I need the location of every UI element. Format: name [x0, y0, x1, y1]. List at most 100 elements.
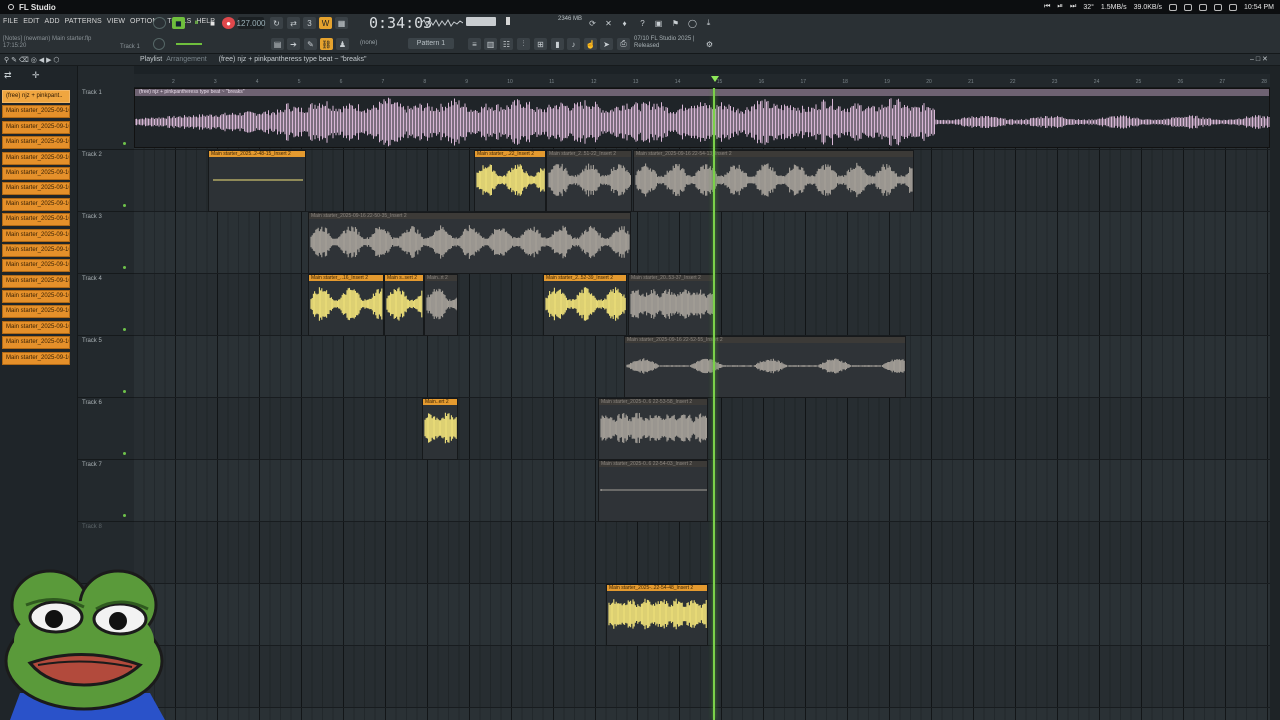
main-volume-bar[interactable] — [176, 43, 202, 45]
monitor-icon[interactable] — [1169, 3, 1178, 11]
track-header[interactable]: Track 6 — [78, 398, 134, 460]
pencil-icon[interactable]: ✎ — [304, 38, 317, 50]
arrangement-name[interactable]: (free) njz + pinkpantheress type beat ~ … — [219, 56, 367, 63]
audio-clip[interactable]: Main starter_2025-09-16 22-54-13_Insert … — [633, 150, 914, 212]
audio-clip[interactable]: Main..rt 2 — [424, 274, 458, 336]
link-icon[interactable]: ⛓ — [320, 38, 333, 50]
audio-clip[interactable]: Main starter_2025-0..6 22-54-03_Insert 2 — [598, 460, 708, 522]
track-header[interactable]: Track 1 — [78, 88, 134, 150]
track-led-icon[interactable] — [123, 452, 126, 455]
menu-edit[interactable]: EDIT — [23, 18, 39, 25]
media-play-icon[interactable]: ⏯ — [1057, 3, 1063, 11]
track-header[interactable]: Track 2 — [78, 150, 134, 212]
pitch-knob-icon[interactable] — [153, 38, 165, 50]
help-icon[interactable]: ? — [636, 17, 649, 29]
list-item[interactable]: Main starter_2025-09-16 — [2, 228, 70, 242]
track-header[interactable]: Track 4 — [78, 274, 134, 336]
browser-icon[interactable]: ⊞ — [534, 38, 547, 50]
eq-icon[interactable]: ⫶ — [517, 38, 530, 50]
list-item[interactable]: Main starter_2025-09-16 — [2, 120, 70, 134]
render-icon[interactable]: ⎙ — [617, 38, 630, 50]
plugin-icon[interactable]: ⚑ — [669, 17, 682, 29]
list-item[interactable]: Main starter_2025-09-16 — [2, 290, 70, 304]
list-item[interactable]: Main starter_2025-09-16 — [2, 213, 70, 227]
track-lane[interactable] — [134, 522, 1270, 584]
channel-rack-icon[interactable]: ▥ — [484, 38, 497, 50]
browser-tools-icon[interactable]: ⚲ ✎ ⌫ ◎ ◀ ▶ ⬡ — [4, 56, 60, 64]
master-pitch-slider[interactable] — [506, 17, 510, 25]
mic-icon[interactable]: ♦ — [618, 17, 631, 29]
record-button[interactable]: ● — [222, 17, 235, 29]
picker-move-icon[interactable]: ✛ — [32, 70, 40, 81]
audio-clip[interactable]: Main starter_..16_Insert 2 — [308, 274, 384, 336]
track-led-icon[interactable] — [123, 142, 126, 145]
track-header[interactable]: Track 7 — [78, 460, 134, 522]
playhead-marker-icon[interactable] — [711, 76, 719, 82]
list-item[interactable]: Main starter_2025-09-16 — [2, 320, 70, 334]
audio-clip[interactable]: Main..ert 2 — [422, 398, 458, 460]
list-item[interactable]: Main starter_2025-09-16 — [2, 182, 70, 196]
audio-clip[interactable]: Main starter_2025..2-48-15_Insert 2 — [208, 150, 306, 212]
audio-clip[interactable]: Main starter_2025-0..6 22-53-58_Insert 2 — [598, 398, 708, 460]
audio-clip[interactable]: Main s..sert 2 — [384, 274, 424, 336]
refresh-icon[interactable]: ⟳ — [586, 17, 599, 29]
picker-tools-icon[interactable]: ⇄ — [4, 70, 12, 81]
track-led-icon[interactable] — [123, 390, 126, 393]
wifi-icon[interactable] — [1184, 3, 1193, 11]
playlist-icon[interactable]: ≡ — [468, 38, 481, 50]
window-controls-icon[interactable]: – □ ✕ — [1250, 55, 1268, 63]
stop-button[interactable]: ■ — [206, 17, 219, 29]
wait-icon[interactable]: ↻ — [270, 17, 283, 29]
snap-select[interactable]: (none) — [360, 40, 377, 46]
piano-roll-icon[interactable]: ▤ — [271, 38, 284, 50]
list-item[interactable]: Main starter_2025-09-16 — [2, 151, 70, 165]
list-item[interactable]: Main starter_2025-09-16 — [2, 166, 70, 180]
playhead[interactable] — [713, 88, 715, 720]
list-item[interactable]: Main starter_2025-09-16 — [2, 274, 70, 288]
playlist-grid[interactable]: (free) njz + pinkpantheress type beat ~ … — [134, 88, 1270, 720]
play-button[interactable]: ⏸ — [190, 17, 203, 29]
song-mode-button[interactable]: ◼ — [172, 17, 185, 29]
chat-icon[interactable]: ◯ — [686, 17, 699, 29]
vertical-scrollbar[interactable] — [1270, 66, 1280, 720]
menu-file[interactable]: FILE — [3, 18, 18, 25]
volume-icon[interactable] — [1214, 3, 1223, 11]
timeline-ruler[interactable]: 2 3 4 5 6 7 8 9 10 11 12 13 14 15 16 17 18 19 20 21 22 23 24 25… — [134, 74, 1280, 88]
pattern-selector[interactable]: Pattern 1 — [408, 38, 454, 49]
loop-record-icon[interactable]: ⇄ — [287, 17, 300, 29]
track-led-icon[interactable] — [123, 328, 126, 331]
track-led-icon[interactable] — [123, 204, 126, 207]
download-icon[interactable]: ⤓ — [702, 17, 715, 29]
menu-patterns[interactable]: PATTERNS — [65, 18, 102, 25]
list-item[interactable]: Main starter_2025-09-16 — [2, 105, 70, 119]
main-audio-clip[interactable]: (free) njz + pinkpantheress type beat ~ … — [134, 88, 1270, 148]
touch-icon[interactable]: ☝ — [584, 38, 597, 50]
audio-clip[interactable]: Main starter_2025-..22-54-48_Insert 2 — [606, 584, 708, 646]
audio-clip[interactable]: Main starter_2025-09-16 22-52-55_Insert … — [624, 336, 906, 398]
send-icon[interactable]: ➤ — [600, 38, 613, 50]
settings-gear-icon[interactable]: ⚙ — [703, 38, 716, 50]
track-led-icon[interactable] — [123, 266, 126, 269]
list-item[interactable]: Main starter_2025-09-16 — [2, 336, 70, 350]
mic-input-icon[interactable]: ♪ — [567, 38, 580, 50]
metronome-knob-icon[interactable] — [153, 17, 166, 29]
typing-keyboard-icon[interactable]: W — [319, 17, 332, 29]
list-item[interactable]: Main starter_2025-09-16 — [2, 136, 70, 150]
audio-clip[interactable]: Main starter_2..52-39_Insert 2 — [543, 274, 627, 336]
list-item[interactable]: Main starter_2025-09-16 — [2, 243, 70, 257]
mixer-icon[interactable]: ☷ — [500, 38, 513, 50]
menu-add[interactable]: ADD — [45, 18, 60, 25]
master-volume-slider[interactable] — [466, 17, 496, 26]
audio-clip[interactable]: Main starter_..22_Insert 2 — [474, 150, 546, 212]
list-item[interactable]: Main starter_2025-09-16 — [2, 197, 70, 211]
cut-icon[interactable]: ✕ — [602, 17, 615, 29]
plugin-database-icon[interactable]: ▮ — [551, 38, 564, 50]
menu-view[interactable]: VIEW — [107, 18, 125, 25]
tempo-display[interactable]: 127.000 — [237, 17, 265, 29]
arrow-icon[interactable]: ➔ — [287, 38, 300, 50]
list-item[interactable]: Main starter_2025-09-16 — [2, 305, 70, 319]
list-item[interactable]: Main starter_2025-09-16 — [2, 351, 70, 365]
stamp-icon[interactable]: ♟ — [336, 38, 349, 50]
step-edit-icon[interactable]: ▦ — [335, 17, 348, 29]
list-item[interactable]: Main starter_2025-09-16 — [2, 259, 70, 273]
